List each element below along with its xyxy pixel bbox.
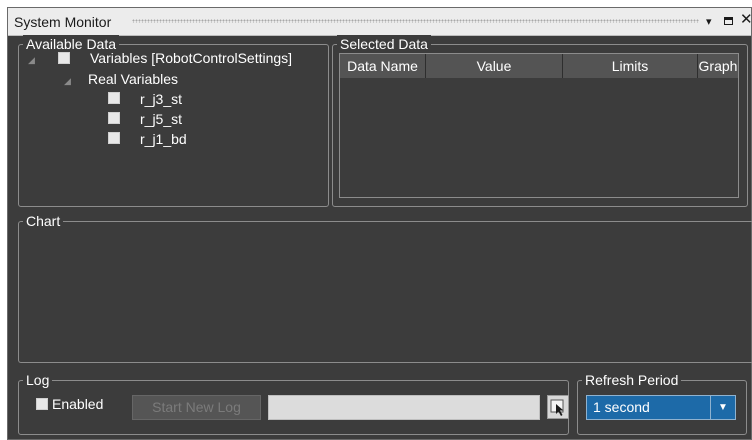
- browse-button[interactable]: [547, 395, 569, 419]
- system-monitor-window: System Monitor ▾ ✕ Available Data ◢ Vari…: [7, 7, 752, 440]
- window-title: System Monitor: [14, 14, 112, 30]
- log-legend: Log: [23, 371, 53, 389]
- tree-item-variable[interactable]: r_j3_st: [140, 90, 182, 108]
- maximize-icon[interactable]: [724, 17, 733, 25]
- tree-expander-icon[interactable]: ◢: [28, 55, 35, 65]
- column-header-data-name[interactable]: Data Name: [340, 54, 426, 78]
- variables-checkbox[interactable]: [58, 52, 70, 64]
- tree-item-real-variables[interactable]: Real Variables: [88, 70, 178, 88]
- variable-checkbox[interactable]: [108, 112, 120, 124]
- available-data-group: Available Data ◢ Variables [RobotControl…: [18, 35, 329, 207]
- tree-item-variables[interactable]: Variables [RobotControlSettings]: [90, 49, 292, 67]
- chart-group: Chart: [18, 212, 752, 363]
- column-header-value[interactable]: Value: [426, 54, 563, 78]
- selected-data-legend: Selected Data: [337, 35, 431, 53]
- refresh-period-select[interactable]: 1 second ▼: [586, 395, 736, 420]
- selected-data-group: Selected Data Data Name Value Limits Gra…: [332, 35, 748, 207]
- tree-item-variable[interactable]: r_j1_bd: [140, 130, 187, 148]
- refresh-period-group: Refresh Period 1 second ▼: [577, 371, 747, 435]
- window-menu-icon[interactable]: ▾: [706, 14, 712, 30]
- title-grip[interactable]: [132, 19, 699, 23]
- start-new-log-button[interactable]: Start New Log: [132, 395, 261, 420]
- refresh-period-value: 1 second: [593, 399, 650, 415]
- log-enabled-checkbox[interactable]: [36, 398, 48, 410]
- browse-icon: [550, 399, 564, 416]
- refresh-period-legend: Refresh Period: [582, 371, 682, 389]
- column-header-graph[interactable]: Graph: [698, 54, 738, 78]
- selected-data-table[interactable]: Data Name Value Limits Graph: [339, 53, 739, 198]
- title-bar[interactable]: System Monitor ▾ ✕: [8, 8, 752, 36]
- close-icon[interactable]: ✕: [740, 12, 752, 28]
- log-group: Log Enabled Start New Log: [18, 371, 569, 435]
- dropdown-arrow-icon[interactable]: ▼: [710, 396, 735, 419]
- chart-legend: Chart: [23, 212, 64, 230]
- tree-item-variable[interactable]: r_j5_st: [140, 110, 182, 128]
- variable-checkbox[interactable]: [108, 92, 120, 104]
- tree-expander-icon[interactable]: ◢: [64, 76, 71, 86]
- log-path-field[interactable]: [268, 395, 540, 420]
- column-header-limits[interactable]: Limits: [563, 54, 698, 78]
- variable-checkbox[interactable]: [108, 132, 120, 144]
- log-enabled-label[interactable]: Enabled: [52, 395, 103, 413]
